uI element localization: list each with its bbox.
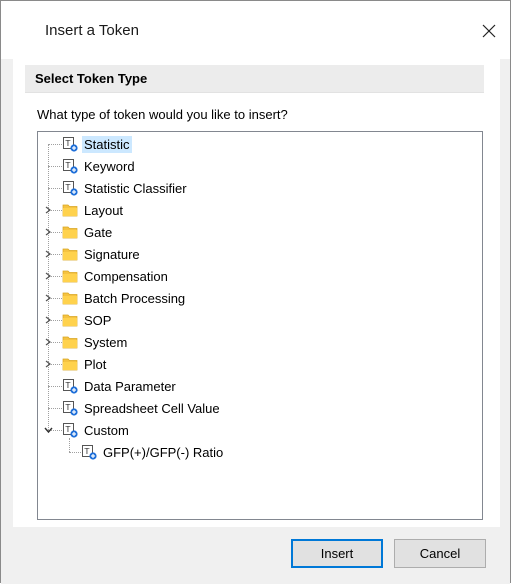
svg-text:T: T: [65, 403, 71, 412]
tree-item-label: System: [84, 334, 128, 350]
tree-connector-line: [69, 438, 70, 452]
chevron-right-icon[interactable]: [43, 227, 53, 237]
tree-item-label: Layout: [84, 202, 124, 218]
tree-item-batch-processing[interactable]: Batch Processing: [62, 288, 187, 308]
tree-item-label: Gate: [84, 224, 113, 240]
tree-connector-branch: [48, 386, 62, 387]
folder-icon: [62, 290, 78, 306]
tree-item-label: SOP: [84, 312, 112, 328]
tree-connector-line: [48, 144, 49, 430]
tree-item-system[interactable]: System: [62, 332, 129, 352]
tree-item-label: Spreadsheet Cell Value: [84, 400, 220, 416]
tree-item-gate[interactable]: Gate: [62, 222, 114, 242]
token-icon: T: [62, 378, 78, 394]
folder-icon: [62, 202, 78, 218]
chevron-right-icon[interactable]: [43, 249, 53, 259]
tree-item-gfp-gfp-ratio[interactable]: T GFP(+)/GFP(-) Ratio: [81, 442, 225, 462]
tree-item-label: Keyword: [84, 158, 135, 174]
folder-icon: [62, 224, 78, 240]
tree-item-plot[interactable]: Plot: [62, 354, 108, 374]
chevron-down-icon[interactable]: [43, 425, 53, 435]
section-header: Select Token Type: [25, 65, 484, 93]
tree-item-label: Signature: [84, 246, 140, 262]
svg-text:T: T: [65, 183, 71, 192]
tree-item-signature[interactable]: Signature: [62, 244, 142, 264]
tree-item-keyword[interactable]: T Keyword: [62, 156, 137, 176]
folder-icon: [62, 356, 78, 372]
tree-item-custom[interactable]: T Custom: [62, 420, 131, 440]
token-icon: T: [62, 180, 78, 196]
tree-connector-branch: [48, 144, 62, 145]
token-icon: T: [81, 444, 97, 460]
tree-item-label: Statistic: [82, 135, 132, 153]
token-type-tree[interactable]: T Statistic T Keyword T Statistic Classifier L…: [37, 131, 483, 520]
close-icon: [482, 24, 496, 38]
tree-item-label: Plot: [84, 356, 107, 372]
tree-item-spreadsheet-cell-value[interactable]: T Spreadsheet Cell Value: [62, 398, 222, 418]
svg-text:T: T: [65, 139, 71, 148]
insert-button[interactable]: Insert: [291, 539, 383, 568]
token-icon: T: [62, 158, 78, 174]
tree-connector-branch: [48, 188, 62, 189]
chevron-right-icon[interactable]: [43, 293, 53, 303]
svg-text:T: T: [84, 447, 90, 456]
token-icon: T: [62, 422, 78, 438]
svg-text:T: T: [65, 161, 71, 170]
folder-icon: [62, 312, 78, 328]
svg-text:T: T: [65, 425, 71, 434]
tree-item-label: Data Parameter: [84, 378, 176, 394]
folder-icon: [62, 246, 78, 262]
window-title: Insert a Token: [45, 22, 139, 39]
tree-item-data-parameter[interactable]: T Data Parameter: [62, 376, 178, 396]
token-icon: T: [62, 136, 78, 152]
dialog-footer: Insert Cancel: [1, 527, 510, 584]
tree-item-sop[interactable]: SOP: [62, 310, 113, 330]
chevron-right-icon[interactable]: [43, 315, 53, 325]
tree-item-label: GFP(+)/GFP(-) Ratio: [103, 444, 224, 460]
close-button[interactable]: [474, 16, 504, 46]
tree-item-label: Batch Processing: [84, 290, 186, 306]
tree-connector-branch: [48, 408, 62, 409]
cancel-button[interactable]: Cancel: [394, 539, 486, 568]
prompt-text: What type of token would you like to ins…: [37, 107, 288, 122]
folder-icon: [62, 334, 78, 350]
section-header-label: Select Token Type: [35, 71, 148, 86]
dialog-content: Select Token Type What type of token wou…: [13, 59, 500, 527]
title-bar: Insert a Token: [1, 1, 510, 59]
folder-icon: [62, 268, 78, 284]
tree-item-label: Custom: [84, 422, 129, 438]
tree-item-compensation[interactable]: Compensation: [62, 266, 170, 286]
tree-item-label: Statistic Classifier: [84, 180, 187, 196]
tree-item-layout[interactable]: Layout: [62, 200, 125, 220]
insert-token-dialog: Insert a Token Select Token Type What ty…: [0, 0, 511, 584]
token-icon: T: [62, 400, 78, 416]
svg-text:T: T: [65, 381, 71, 390]
tree-item-statistic-classifier[interactable]: T Statistic Classifier: [62, 178, 189, 198]
tree-item-label: Compensation: [84, 268, 168, 284]
chevron-right-icon[interactable]: [43, 359, 53, 369]
tree-connector-branch: [69, 452, 81, 453]
chevron-right-icon[interactable]: [43, 271, 53, 281]
chevron-right-icon[interactable]: [43, 205, 53, 215]
tree-item-statistic[interactable]: T Statistic: [62, 134, 132, 154]
chevron-right-icon[interactable]: [43, 337, 53, 347]
tree-connector-branch: [48, 166, 62, 167]
